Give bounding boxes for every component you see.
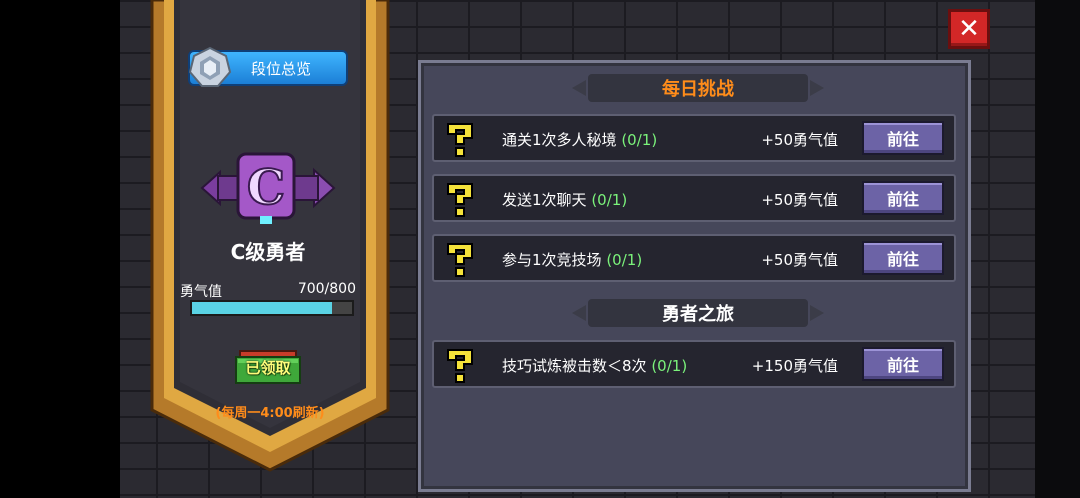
task-row: 发送1次聊天 (0/1) +50勇气值 前往: [432, 174, 956, 222]
question-mark-icon: [447, 123, 473, 157]
task-reward: +50勇气值: [761, 251, 838, 269]
left-letterbox: [0, 0, 120, 498]
task-description: 通关1次多人秘境 (0/1): [502, 131, 658, 149]
go-button[interactable]: 前往: [862, 347, 944, 381]
daily-challenge-title: 每日挑战: [662, 79, 734, 100]
hero-journey-title: 勇者之旅: [662, 304, 734, 325]
task-row: 参与1次竞技场 (0/1) +50勇气值 前往: [432, 234, 956, 282]
task-progress: (0/1): [591, 191, 628, 209]
task-reward: +50勇气值: [761, 191, 838, 209]
courage-value: 700/800: [297, 281, 356, 297]
close-button[interactable]: ✕: [948, 9, 990, 49]
go-button[interactable]: 前往: [862, 241, 944, 275]
task-description: 参与1次竞技场 (0/1): [502, 251, 643, 269]
go-button[interactable]: 前往: [862, 181, 944, 215]
gem-badge-icon: [188, 46, 232, 87]
courage-label: 勇气值: [180, 284, 222, 300]
claimed-label: 已领取: [245, 359, 291, 377]
task-progress: (0/1): [651, 357, 688, 375]
courage-progress-fill: [192, 302, 332, 314]
task-description: 技巧试炼被击数＜8次 (0/1): [502, 357, 688, 375]
task-reward: +50勇气值: [761, 131, 838, 149]
close-icon: ✕: [958, 14, 980, 44]
question-mark-icon: [447, 183, 473, 217]
rank-name: C级勇者: [230, 240, 306, 264]
refresh-note: (每周一4:00刷新): [215, 406, 325, 421]
task-progress: (0/1): [621, 131, 658, 149]
task-description: 发送1次聊天 (0/1): [502, 191, 628, 209]
task-progress: (0/1): [606, 251, 643, 269]
task-row: 技巧试炼被击数＜8次 (0/1) +150勇气值 前往: [432, 340, 956, 388]
task-reward: +150勇气值: [751, 357, 838, 375]
right-letterbox: [1035, 0, 1080, 498]
rank-overview-label: 段位总览: [250, 59, 311, 78]
courage-row: 勇气值 700/800: [180, 281, 356, 301]
question-mark-icon: [447, 349, 473, 383]
question-mark-icon: [447, 243, 473, 277]
rank-c-emblem-icon: C: [200, 152, 336, 224]
daily-challenge-header: 每日挑战: [572, 74, 824, 102]
go-button[interactable]: 前往: [862, 121, 944, 155]
hero-journey-header: 勇者之旅: [572, 299, 824, 327]
courage-progress-bar: [190, 300, 354, 316]
svg-text:C: C: [247, 160, 285, 216]
task-row: 通关1次多人秘境 (0/1) +50勇气值 前往: [432, 114, 956, 162]
